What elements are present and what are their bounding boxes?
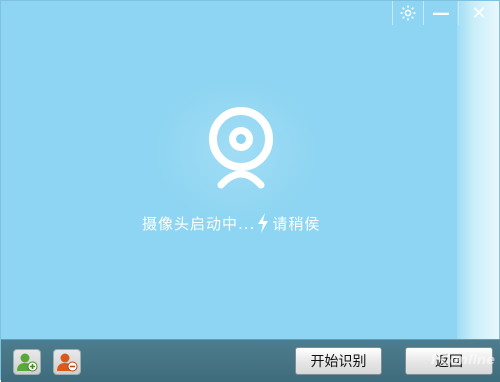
close-button[interactable]: ✕ — [458, 1, 499, 25]
start-recognition-button[interactable]: 开始识别 — [295, 347, 382, 375]
webcam-icon — [209, 107, 273, 189]
start-recognition-label: 开始识别 — [310, 354, 367, 370]
status-text-starting: 摄像头启动中... — [142, 214, 256, 233]
add-user-icon — [17, 353, 38, 372]
camera-status: 摄像头启动中... 请稍侯 — [142, 212, 320, 234]
camera-preview-area: 摄像头启动中... 请稍侯 — [1, 1, 459, 339]
add-user-button[interactable] — [13, 349, 41, 375]
face-recognition-window: — ✕ 摄像头启动中... 请稍侯 开始识别 返回 PConline — [0, 0, 500, 382]
status-text-wait: 请稍侯 — [272, 214, 321, 233]
close-icon: ✕ — [471, 2, 487, 24]
lightning-icon — [258, 213, 269, 233]
bottom-toolbar: 开始识别 返回 PConline — [1, 339, 500, 382]
right-edge-gradient — [457, 1, 499, 339]
remove-user-icon — [57, 353, 78, 372]
remove-user-button[interactable] — [53, 349, 81, 375]
watermark: PConline — [430, 353, 495, 368]
